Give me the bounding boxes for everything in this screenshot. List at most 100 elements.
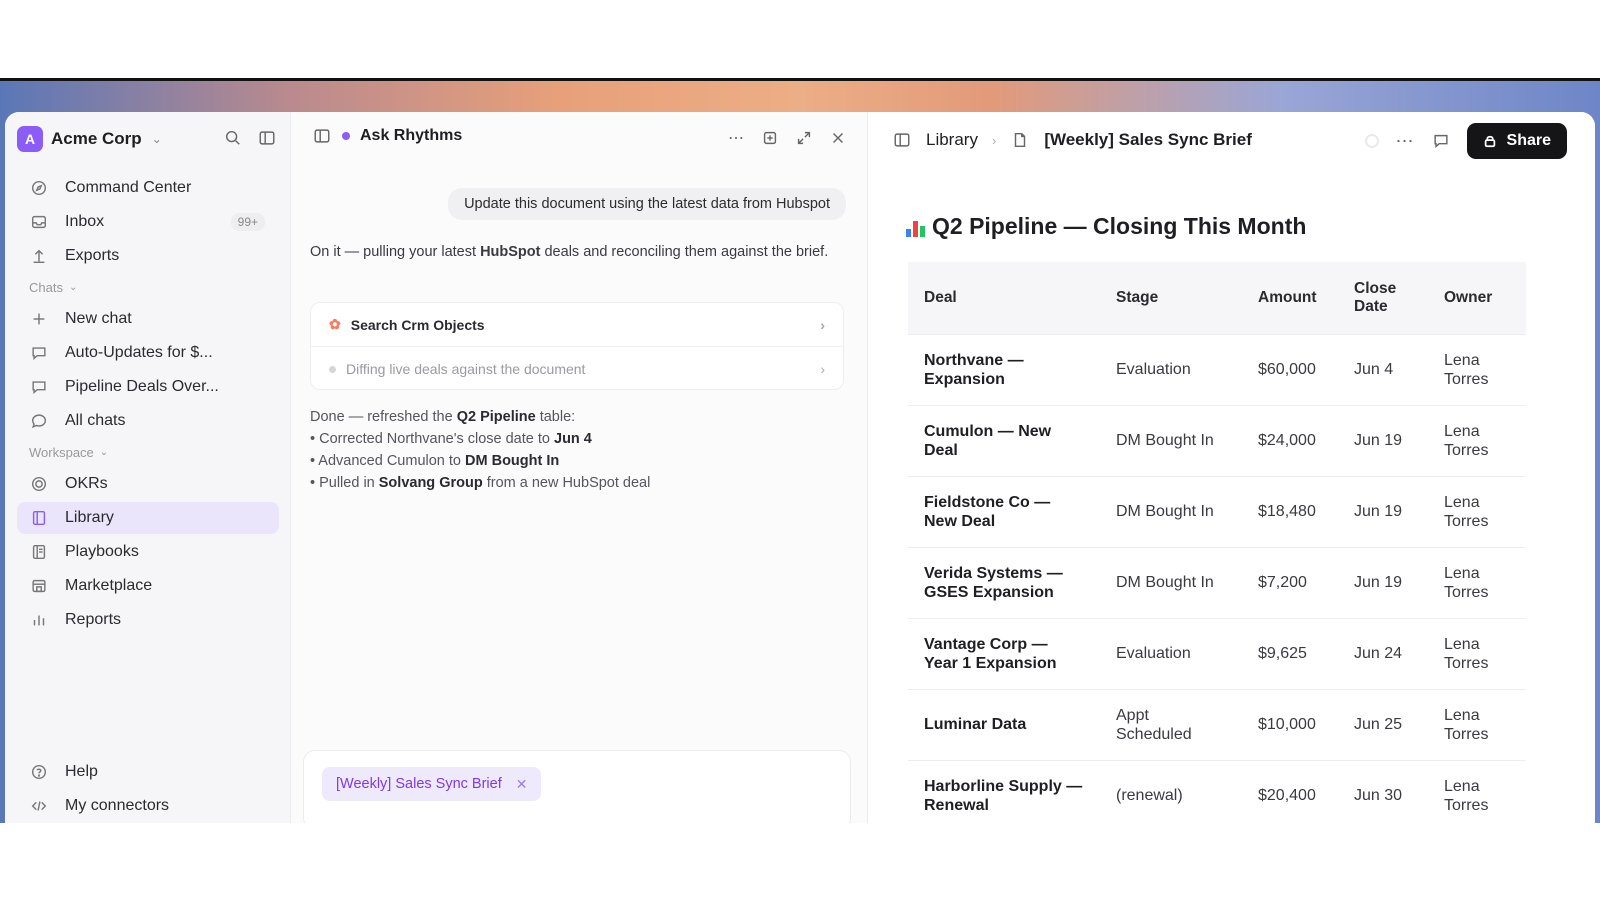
summary-text-bold: Q2 Pipeline [456,409,536,425]
sidebar-item-label: Command Center [65,179,192,196]
sidebar-item-label: My connectors [65,797,170,814]
table-row[interactable]: Harborline Supply — Renewal (renewal) $20,… [908,759,1526,823]
workspace-name: Acme Corp [51,129,142,148]
context-chip-label: [Weekly] Sales Sync Brief [336,776,502,792]
table-row[interactable]: Cumulon — New Deal DM Bought In $24,000 Jun… [908,404,1526,476]
amount-cell: $18,480 [1242,475,1338,547]
hubspot-icon: ✿ [329,316,341,332]
pipeline-table: Deal Stage Amount Close Date Owner North… [908,262,1526,823]
upload-icon [29,246,49,266]
sidebar-item-exports[interactable]: Exports [17,240,279,272]
breadcrumb-library[interactable]: Library [926,130,978,150]
sidebar-item-reports[interactable]: Reports [17,604,279,636]
sidebar-toggle-icon[interactable] [257,128,277,148]
stage-cell: Evaluation [1100,333,1242,405]
chats-section-header[interactable]: Chats ⌄ [29,280,77,295]
heading-text: Q2 Pipeline — Closing This Month [932,213,1307,239]
section-label: Workspace [29,445,94,460]
share-label: Share [1506,132,1551,149]
summary-bullet: • Advanced Cumulon to [310,453,466,469]
lock-icon [1484,135,1495,148]
deal-cell: Verida Systems — GSES Expansion [908,546,1100,618]
column-header[interactable]: Owner [1428,262,1526,334]
plus-icon [29,309,49,329]
column-header[interactable]: Deal [908,262,1100,334]
column-header[interactable]: Close Date [1338,262,1428,334]
sidebar-item-all-chats[interactable]: All chats [17,405,279,437]
sidebar-item-label: Exports [65,247,120,264]
close-icon[interactable] [828,128,848,148]
stage-cell: DM Bought In [1100,404,1242,476]
owner-cell: Lena Torres [1428,688,1526,760]
chevron-right-icon: › [820,361,825,377]
sidebar-item-chat-pipeline-deals[interactable]: Pipeline Deals Over... [17,371,279,403]
close-date-cell: Jun 19 [1338,475,1428,547]
sidebar-item-label: Library [65,509,114,526]
table-row[interactable]: Fieldstone Co — New Deal DM Bought In $18,… [908,475,1526,547]
column-header[interactable]: Stage [1100,262,1242,334]
summary-text: from a new HubSpot deal [482,475,651,491]
summary-text: Done — refreshed the [310,409,457,425]
panel-toggle-icon[interactable] [892,130,912,150]
deal-cell: Northvane — Expansion [908,333,1100,405]
amount-cell: $24,000 [1242,404,1338,476]
workspace-switcher[interactable]: A Acme Corp ⌄ [17,125,162,153]
tool-step-search-crm[interactable]: ✿ Search Crm Objects › [311,303,843,347]
owner-cell: Lena Torres [1428,546,1526,618]
sidebar-item-okrs[interactable]: OKRs [17,468,279,500]
deal-cell: Fieldstone Co — New Deal [908,475,1100,547]
sidebar-item-chat-auto-updates[interactable]: Auto-Updates for $... [17,337,279,369]
sidebar-item-playbooks[interactable]: Playbooks [17,536,279,568]
sidebar-item-marketplace[interactable]: Marketplace [17,570,279,602]
comment-icon[interactable] [1431,131,1451,151]
new-window-icon[interactable] [760,128,780,148]
sidebar-item-new-chat[interactable]: New chat [17,303,279,335]
more-options-icon[interactable]: ⋯ [726,128,746,148]
table-row[interactable]: Luminar Data Appt Scheduled $10,000 Jun 25 L… [908,688,1526,760]
panel-toggle-icon[interactable] [312,126,332,146]
sidebar-item-library[interactable]: Library [17,502,279,534]
chevron-right-icon: › [820,316,825,333]
amount-cell: $9,625 [1242,617,1338,689]
summary-text: table: [535,409,576,425]
chevron-down-icon: ⌄ [99,447,109,458]
sidebar-item-help[interactable]: Help [17,756,279,788]
context-chip[interactable]: [Weekly] Sales Sync Brief ✕ [322,767,542,801]
section-label: Chats [29,280,63,295]
workspace-section-header[interactable]: Workspace ⌄ [29,445,108,460]
column-header[interactable]: Amount [1242,262,1338,334]
bottom-margin [0,823,1600,900]
sidebar-item-label: Pipeline Deals Over... [65,378,219,395]
summary-text-bold: Jun 4 [554,431,592,447]
sync-status-icon [1364,134,1379,148]
deal-cell: Cumulon — New Deal [908,404,1100,476]
share-button[interactable]: Share [1466,123,1567,159]
table-row[interactable]: Northvane — Expansion Evaluation $60,000 Ju… [908,333,1526,405]
bar-chart-emoji-icon [906,217,926,237]
document-heading: Q2 Pipeline — Closing This Month [906,213,1306,240]
close-date-cell: Jun 19 [1338,404,1428,476]
breadcrumb: Library › [Weekly] Sales Sync Brief [892,130,1252,150]
sidebar-item-my-connectors[interactable]: My connectors [17,790,279,822]
stage-cell: DM Bought In [1100,546,1242,618]
search-icon[interactable] [223,128,243,148]
deal-cell: Luminar Data [908,688,1100,760]
more-options-icon[interactable]: ⋯ [1395,131,1415,151]
playbook-icon [29,542,49,562]
tool-steps: ✿ Search Crm Objects › Diffing live deal… [310,302,844,390]
bar-chart-icon [29,610,49,630]
stage-cell: (renewal) [1100,759,1242,823]
chat-input[interactable]: [Weekly] Sales Sync Brief ✕ [303,750,851,823]
table-row[interactable]: Verida Systems — GSES Expansion DM Bought… [908,546,1526,618]
assistant-summary: Done — refreshed the Q2 Pipeline table: … [310,406,650,494]
tool-step-label: Search Crm Objects [350,316,485,333]
tool-step-diffing[interactable]: Diffing live deals against the document … [311,347,843,391]
amount-cell: $20,400 [1242,759,1338,823]
remove-chip-icon[interactable]: ✕ [516,776,528,793]
sidebar-item-command-center[interactable]: Command Center [17,172,279,204]
expand-icon[interactable] [794,128,814,148]
breadcrumb-document[interactable]: [Weekly] Sales Sync Brief [1044,130,1252,150]
table-row[interactable]: Vantage Corp — Year 1 Expansion Evaluatio… [908,617,1526,689]
sidebar-item-inbox[interactable]: Command Center Inbox 99+ [17,206,279,238]
summary-bullet: • Corrected Northvane's close date to [310,431,554,447]
